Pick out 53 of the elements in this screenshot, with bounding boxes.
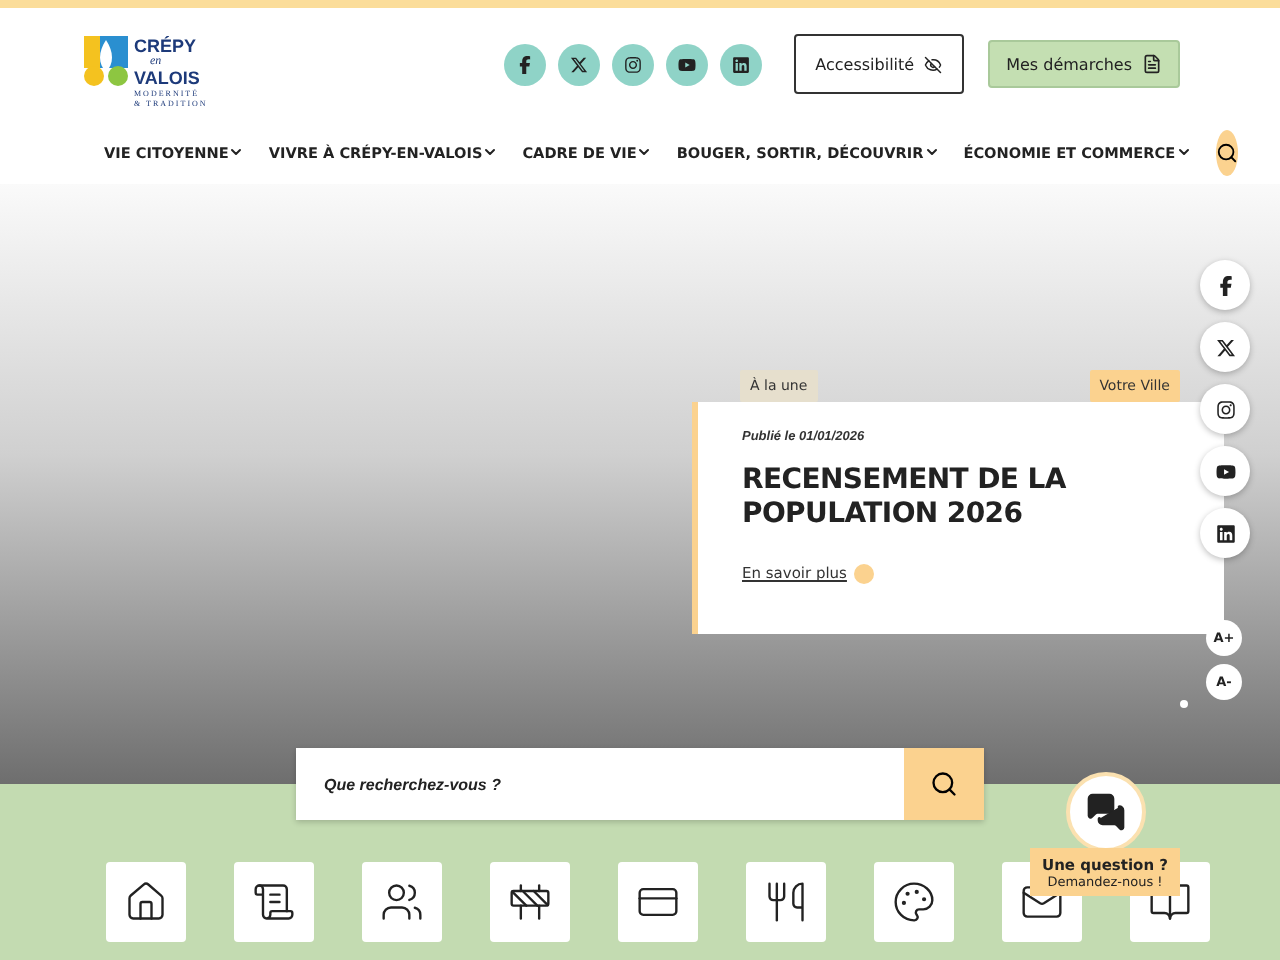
quick-link-tile[interactable] [362,862,442,942]
dot-icon [854,563,875,584]
palette-icon [892,880,936,924]
chevron-down-icon [636,144,653,160]
social-button[interactable] [503,43,546,85]
quick-link-tile[interactable] [490,862,570,942]
instagram-icon [623,55,642,73]
social-button[interactable] [1200,446,1250,496]
x-icon [1215,337,1235,357]
youtube-icon [677,55,696,73]
chevron-down-icon [482,144,499,160]
quick-link-tile[interactable] [746,862,826,942]
instagram-icon [1215,399,1235,419]
quick-link-tile[interactable] [234,862,314,942]
slide-dot[interactable] [1180,700,1188,708]
social-button[interactable] [557,43,600,85]
linkedin-icon [731,55,750,73]
search-icon [1215,141,1238,163]
procedures-button[interactable]: Mes démarches [988,40,1180,88]
youtube-icon [1215,461,1235,481]
accessibility-button[interactable]: Accessibilité [793,34,965,94]
social-button[interactable] [1200,508,1250,558]
logo-text: CRÉPY [134,36,199,56]
social-button[interactable] [665,43,708,85]
social-button[interactable] [1200,384,1250,434]
chat-bubbles-icon [1085,792,1125,832]
fleur-de-lis-icon [84,36,128,88]
search-icon [930,770,958,798]
linkedin-icon [1215,523,1235,543]
document-icon [1142,54,1162,74]
utensils-icon [764,880,808,924]
search-button[interactable] [1215,129,1238,175]
quick-link-tile[interactable] [618,862,698,942]
scroll-icon [252,880,296,924]
house-icon [124,880,168,924]
search-field[interactable]: Que recherchez-vous ? [296,748,984,820]
social-button[interactable] [611,43,654,85]
x-icon [569,55,588,73]
facebook-icon [515,55,534,73]
chevron-down-icon [1175,144,1192,160]
quick-link-tile[interactable] [874,862,954,942]
social-button[interactable] [719,43,762,85]
chevron-down-icon [923,144,940,160]
search-button[interactable] [904,748,984,820]
people-icon [380,880,424,924]
quick-link-tile[interactable] [106,862,186,942]
social-button[interactable] [1200,322,1250,372]
facebook-icon [1215,275,1235,295]
social-button[interactable] [1200,260,1250,310]
chevron-down-icon [228,144,245,160]
news-title: RECENSEMENT DE LA POPULATION 2026 [742,464,1068,532]
logo-text: VALOIS [134,68,202,88]
eye-off-icon [924,55,943,73]
